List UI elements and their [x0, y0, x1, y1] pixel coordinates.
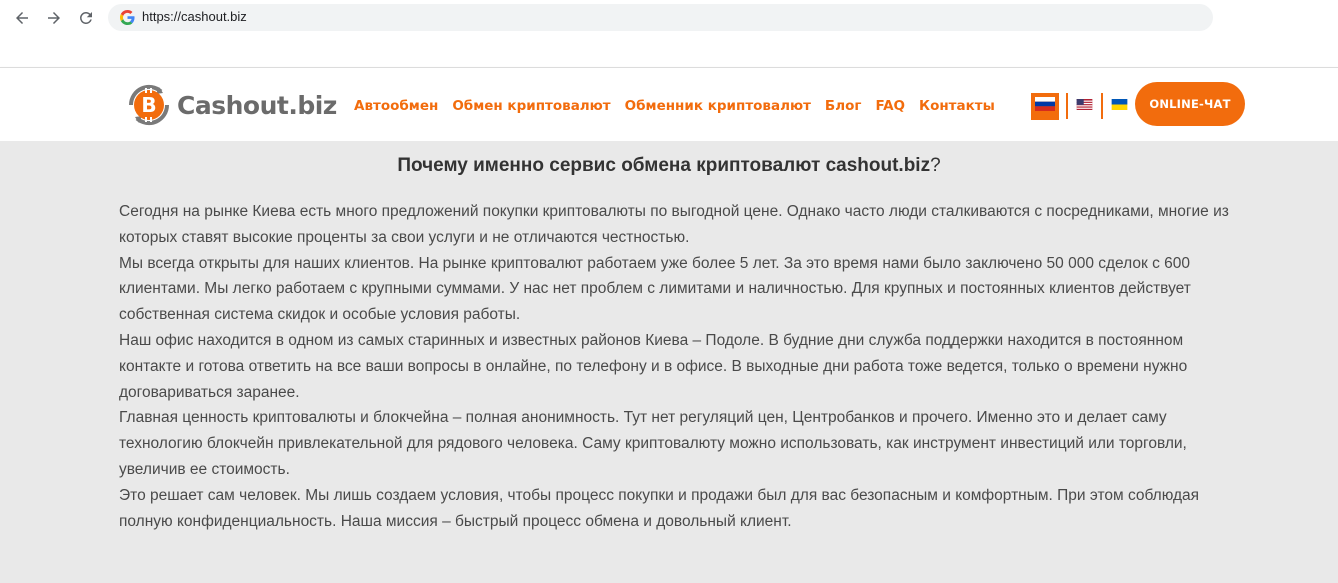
- logo-text: Cashout.biz: [177, 90, 337, 120]
- forward-arrow-icon: [48, 12, 60, 24]
- google-g-icon: [120, 10, 135, 25]
- url-text[interactable]: https://cashout.biz: [142, 9, 247, 24]
- page-title: Почему именно сервис обмена криптовалют …: [0, 155, 1338, 177]
- article-paragraph: Наш офис находится в одном из самых стар…: [119, 331, 1188, 401]
- ukraine-flag-icon: [1111, 99, 1128, 110]
- page-title-text: Почему именно сервис обмена криптовалют …: [397, 155, 931, 176]
- menu-item-contacts[interactable]: Контакты: [919, 98, 995, 114]
- reload-icon: [80, 11, 92, 24]
- menu-item-blog[interactable]: Блог: [825, 98, 862, 114]
- site-header: B Cashout.biz Автообмен Обмен криптовалю…: [0, 67, 1338, 141]
- page-top-spacer: [0, 36, 1338, 67]
- article-body: Сегодня на рынке Киева есть много предло…: [119, 199, 1229, 534]
- page-title-mark: ?: [930, 155, 941, 176]
- svg-text:B: B: [141, 93, 156, 117]
- language-ua-button[interactable]: [1110, 96, 1129, 116]
- language-divider: [1066, 93, 1068, 119]
- language-switcher: [1031, 92, 1129, 120]
- menu-item-crypto-exchanger[interactable]: Обменник криптовалют: [625, 98, 811, 114]
- browser-toolbar: https://cashout.biz: [0, 0, 1338, 36]
- forward-button[interactable]: [43, 7, 65, 29]
- reload-button[interactable]: [75, 7, 97, 29]
- menu-item-faq[interactable]: FAQ: [875, 98, 905, 114]
- bitcoin-exchange-icon: B: [123, 79, 175, 131]
- site-logo[interactable]: B Cashout.biz: [123, 80, 337, 130]
- usa-flag-icon: [1076, 99, 1093, 110]
- address-bar[interactable]: https://cashout.biz: [108, 4, 1213, 31]
- menu-item-autoexchange[interactable]: Автообмен: [354, 98, 438, 114]
- menu-item-crypto-exchange[interactable]: Обмен криптовалют: [452, 98, 610, 114]
- back-arrow-icon: [16, 12, 28, 24]
- russia-flag-icon: [1035, 96, 1055, 111]
- language-ru-button[interactable]: [1031, 92, 1059, 120]
- article-paragraph: Мы всегда открыты для наших клиентов. На…: [119, 254, 1191, 324]
- main-menu: Автообмен Обмен криптовалют Обменник кри…: [354, 98, 1009, 114]
- online-chat-button[interactable]: ONLINE-ЧАТ: [1135, 82, 1245, 126]
- article-paragraph: Главная ценность криптовалюты и блокчейн…: [119, 409, 1187, 478]
- back-button[interactable]: [11, 7, 33, 29]
- language-en-button[interactable]: [1075, 96, 1094, 116]
- language-divider: [1101, 93, 1103, 119]
- article-paragraph: Это решает сам человек. Мы лишь создаем …: [119, 486, 1200, 530]
- article-paragraph: Сегодня на рынке Киева есть много предло…: [119, 203, 1229, 246]
- main-content: Почему именно сервис обмена криптовалют …: [0, 141, 1338, 583]
